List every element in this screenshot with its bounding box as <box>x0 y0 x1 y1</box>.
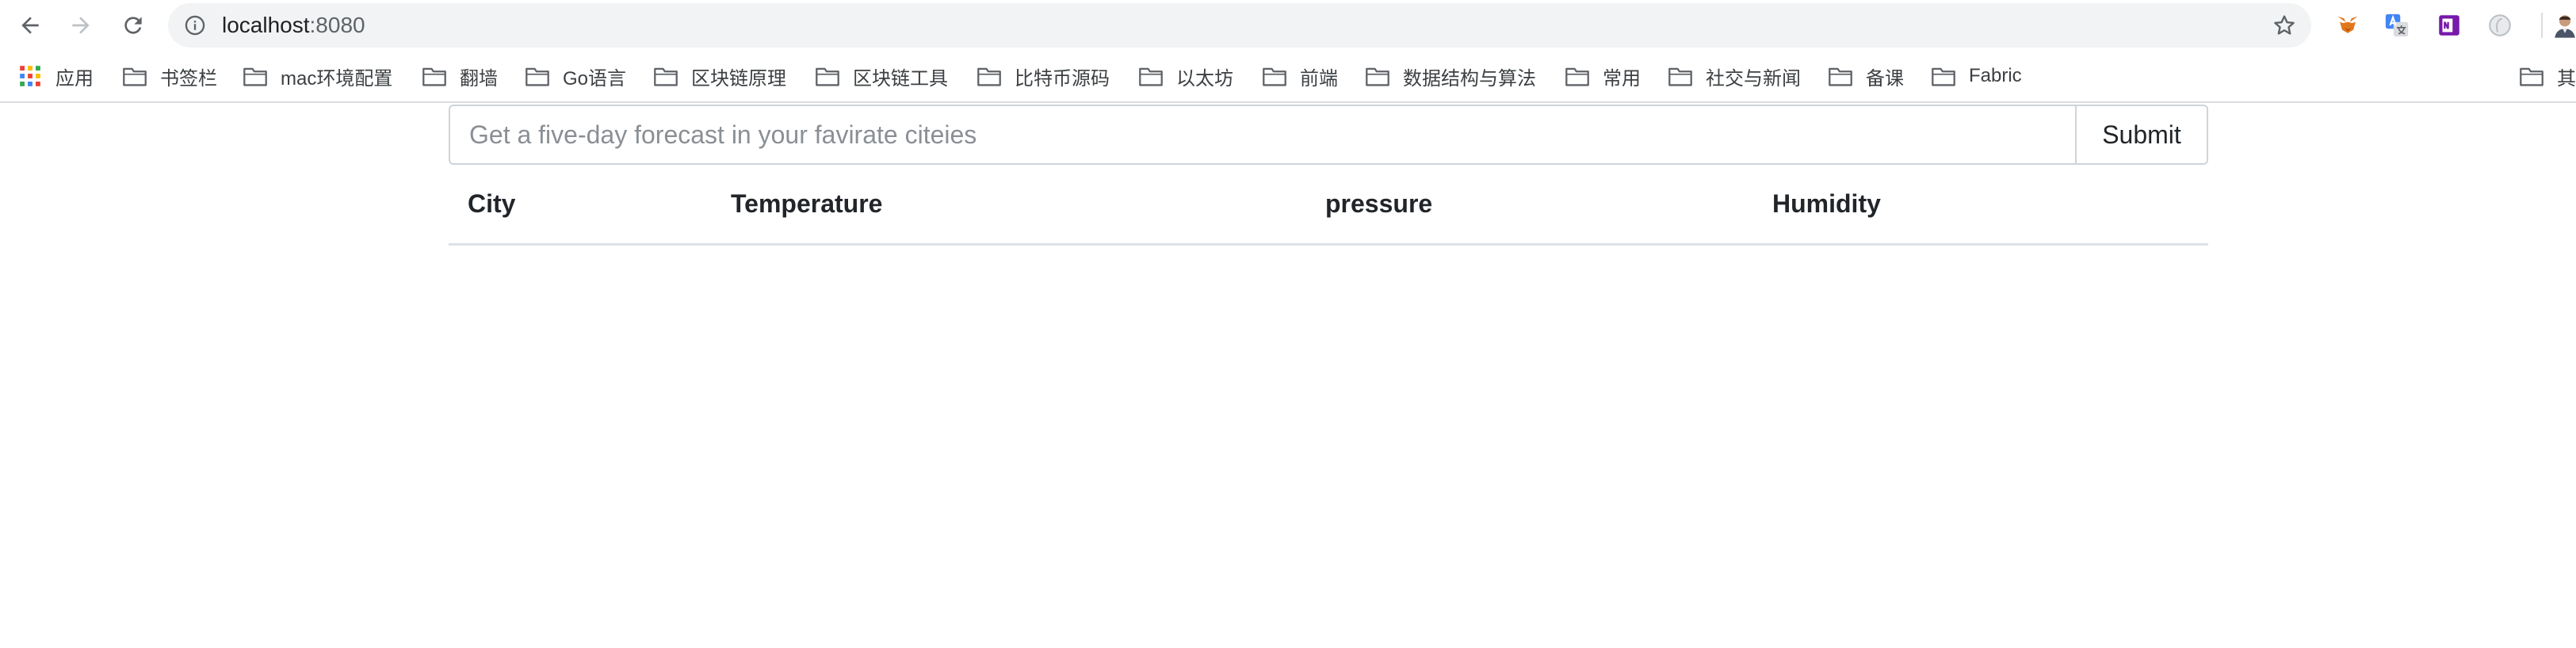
folder-icon <box>1139 67 1163 86</box>
back-button[interactable] <box>13 8 48 43</box>
city-search-input[interactable] <box>449 105 2075 165</box>
folder-icon <box>1932 67 1955 86</box>
google-translate-icon[interactable] <box>2383 11 2411 40</box>
bookmark-apps[interactable]: 应用 <box>19 62 94 90</box>
bookmark-label: Go语言 <box>563 67 627 90</box>
bookmark-label: 区块链工具 <box>853 67 948 90</box>
bookmark-star-icon[interactable] <box>2272 13 2297 38</box>
bookmark-folder[interactable]: Fabric <box>1931 62 2022 90</box>
bookmark-folder[interactable]: 翻墙 <box>422 62 498 90</box>
bookmark-folder[interactable]: 区块链工具 <box>815 62 948 90</box>
column-header-pressure: pressure <box>1306 165 1753 246</box>
bookmark-folder[interactable]: 比特币源码 <box>977 62 1110 90</box>
bookmark-label: 区块链原理 <box>691 67 786 90</box>
bookmark-label: mac环境配置 <box>281 67 393 90</box>
toolbar-divider <box>2541 13 2543 38</box>
forward-button[interactable] <box>63 8 98 43</box>
folder-icon <box>526 67 549 86</box>
bookmark-label: 前端 <box>1300 67 1338 90</box>
bookmark-folder[interactable]: 书签栏 <box>122 62 217 90</box>
bookmark-folder[interactable]: 常用 <box>1565 62 1641 90</box>
url-text[interactable]: localhost:8080 <box>222 13 365 37</box>
bookmark-label: 翻墙 <box>460 67 498 90</box>
folder-icon <box>816 67 839 86</box>
bookmark-label: 应用 <box>55 67 94 90</box>
reload-icon <box>124 17 142 34</box>
bookmarks-bar: 应用 书签栏 mac环境配置 翻墙 Go语言 区块链原理 区块链工具 比特币源码… <box>0 51 2576 103</box>
bookmark-label: 常用 <box>1603 67 1641 90</box>
folder-icon <box>1263 67 1286 86</box>
extension-disabled-icon[interactable] <box>2486 11 2514 40</box>
folder-icon <box>123 67 147 86</box>
bookmark-folder[interactable]: 数据结构与算法 <box>1365 62 1536 90</box>
bookmark-folder[interactable]: 区块链原理 <box>653 62 786 90</box>
column-header-city: City <box>449 165 712 246</box>
folder-icon <box>1366 67 1389 86</box>
bookmark-label: 书签栏 <box>160 67 217 90</box>
onenote-icon[interactable] <box>2435 11 2463 40</box>
profile-avatar[interactable] <box>2551 11 2576 40</box>
bookmark-label: 比特币源码 <box>1015 67 1110 90</box>
bookmark-folder[interactable]: 前端 <box>1262 62 1338 90</box>
bookmark-label: 其 <box>2557 67 2576 90</box>
forecast-form: Submit <box>449 105 2208 165</box>
column-header-humidity: Humidity <box>1753 165 2208 246</box>
submit-button[interactable]: Submit <box>2075 105 2208 165</box>
arrow-left-icon <box>21 17 39 34</box>
folder-icon <box>1565 67 1589 86</box>
folder-icon <box>1829 67 1852 86</box>
bookmark-folder[interactable]: 以太坊 <box>1138 62 1233 90</box>
bookmark-folder[interactable]: Go语言 <box>525 62 626 90</box>
folder-icon <box>1668 67 1692 86</box>
arrow-right-icon <box>72 17 90 34</box>
column-header-temperature: Temperature <box>712 165 1306 246</box>
url-host: localhost <box>222 13 310 37</box>
apps-grid-icon <box>20 66 40 86</box>
folder-icon <box>422 67 446 86</box>
table-header-row: City Temperature pressure Humidity <box>449 165 2208 246</box>
metamask-icon[interactable] <box>2333 11 2362 40</box>
folder-icon <box>654 67 678 86</box>
bookmark-folder[interactable]: mac环境配置 <box>243 62 392 90</box>
folder-icon <box>2520 67 2544 86</box>
bookmark-folder[interactable]: 社交与新闻 <box>1668 62 1801 90</box>
bookmark-label: 数据结构与算法 <box>1403 67 1536 90</box>
folder-icon <box>243 67 267 86</box>
forecast-table: City Temperature pressure Humidity <box>449 165 2208 246</box>
bookmark-folder[interactable]: 备课 <box>1828 62 1904 90</box>
bookmark-folder-other[interactable]: 其 <box>2519 62 2576 90</box>
bookmark-label: 备课 <box>1866 67 1904 90</box>
folder-icon <box>977 67 1001 86</box>
bookmark-label: 社交与新闻 <box>1706 67 1801 90</box>
address-bar[interactable]: localhost:8080 <box>168 3 2311 48</box>
url-port: :8080 <box>309 13 365 37</box>
browser-toolbar: localhost:8080 <box>0 0 2576 51</box>
bookmark-label: 以太坊 <box>1176 67 1233 90</box>
reload-button[interactable] <box>116 8 151 43</box>
bookmark-label: Fabric <box>1969 65 2022 86</box>
info-icon[interactable] <box>184 14 206 36</box>
